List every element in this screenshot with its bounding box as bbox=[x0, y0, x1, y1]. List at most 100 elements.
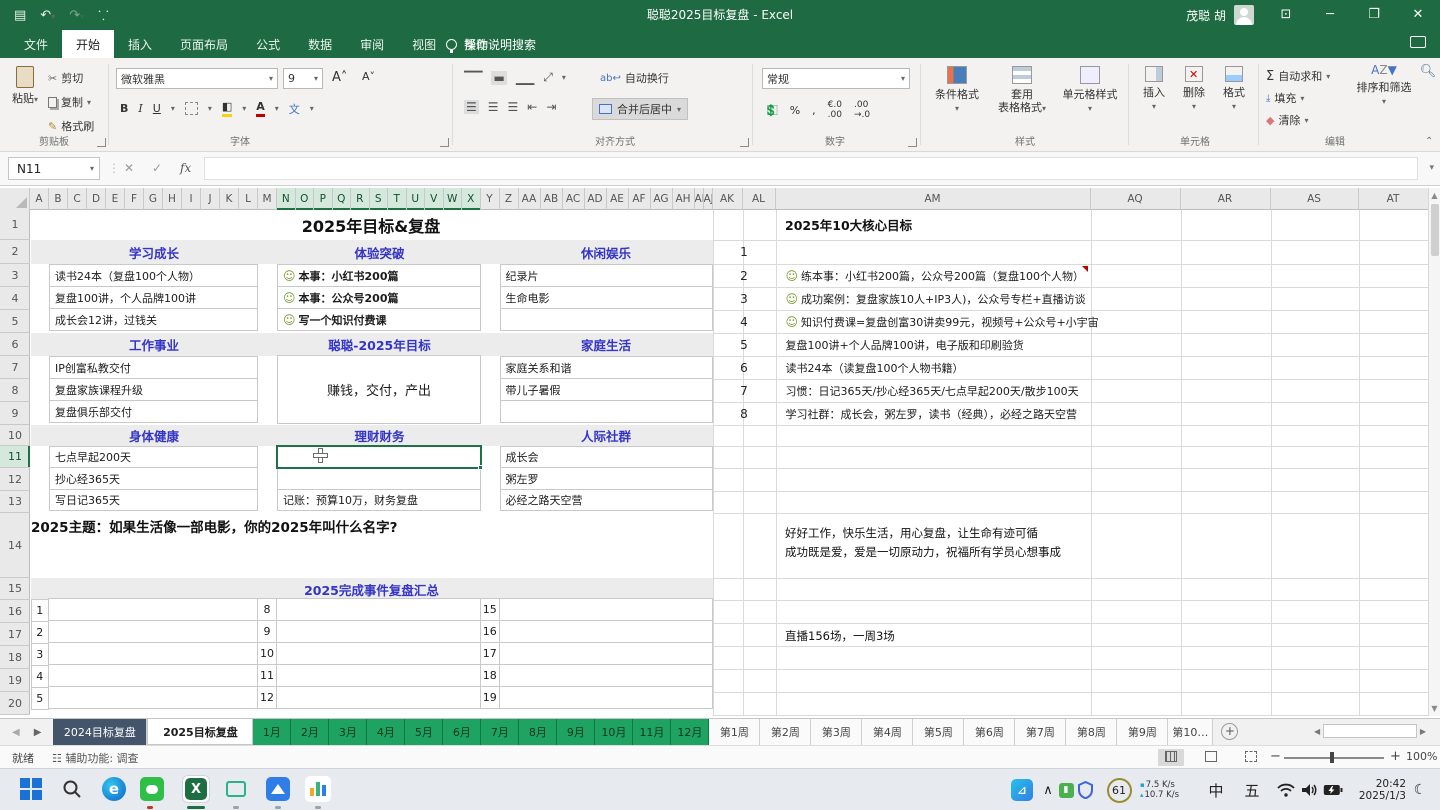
clock[interactable]: 20:42 2025/1/3 bbox=[1348, 769, 1406, 810]
column-header[interactable]: Y bbox=[481, 188, 500, 210]
normal-view-icon[interactable] bbox=[1158, 749, 1184, 766]
summary-num[interactable]: 3 bbox=[31, 643, 50, 666]
summary-empty[interactable] bbox=[499, 642, 713, 665]
sheet-tab[interactable]: 3月 bbox=[329, 719, 367, 745]
cell[interactable]: 家庭关系和谐 bbox=[500, 356, 713, 379]
font-dialog-launcher[interactable] bbox=[440, 138, 449, 147]
cell[interactable] bbox=[277, 467, 481, 490]
row-header[interactable]: 6 bbox=[0, 333, 30, 356]
summary-empty[interactable] bbox=[276, 686, 481, 709]
phonetic-button[interactable]: 文 bbox=[289, 101, 300, 117]
column-header[interactable]: U bbox=[407, 188, 426, 210]
summary-num[interactable]: 15 bbox=[480, 598, 500, 621]
summary-num[interactable]: 19 bbox=[480, 686, 500, 709]
ribbon-tab[interactable]: 开始 bbox=[62, 30, 114, 58]
cell[interactable]: 纪录片 bbox=[500, 264, 713, 287]
borders-button[interactable] bbox=[185, 102, 198, 115]
screenshot-tool-icon[interactable] bbox=[223, 776, 249, 802]
cell[interactable]: 读书24本（复盘100个人物） bbox=[49, 264, 258, 287]
section-header[interactable]: 人际社群 bbox=[500, 425, 713, 446]
summary-num[interactable]: 17 bbox=[480, 642, 500, 665]
core-goal-row[interactable]: 5复盘100讲+个人品牌100讲，电子版和印刷验货 bbox=[713, 333, 1429, 356]
increase-decimal-button[interactable]: €.0.00 bbox=[828, 100, 842, 120]
zoom-slider[interactable] bbox=[1284, 757, 1384, 759]
row-header[interactable]: 15 bbox=[0, 578, 30, 600]
cell[interactable]: 必经之路天空营 bbox=[500, 489, 713, 511]
align-bottom-button[interactable]: ▁▁ bbox=[516, 71, 534, 85]
sheet-tab[interactable]: 2月 bbox=[291, 719, 329, 745]
row-header[interactable]: 9 bbox=[0, 402, 30, 425]
font-name-select[interactable]: 微软雅黑▾ bbox=[116, 68, 278, 89]
ribbon-tab[interactable]: 视图 bbox=[398, 30, 450, 58]
temperature-badge[interactable]: 61 bbox=[1104, 769, 1134, 810]
sheet-tab[interactable]: 第3周 bbox=[811, 719, 862, 745]
cell[interactable]: ☺写一个知识付费课 bbox=[277, 308, 481, 331]
cell[interactable]: 复盘家族课程升级 bbox=[49, 378, 258, 401]
column-header[interactable]: J bbox=[201, 188, 220, 210]
cell[interactable]: 写日记365天 bbox=[49, 489, 258, 511]
wrap-text-button[interactable]: ab↩自动换行 bbox=[600, 70, 669, 86]
minimize-button[interactable]: ─ bbox=[1308, 0, 1352, 30]
column-header[interactable]: I bbox=[182, 188, 201, 210]
ribbon-tab[interactable]: 审阅 bbox=[346, 30, 398, 58]
ribbon-tab[interactable]: 插入 bbox=[114, 30, 166, 58]
section-header[interactable]: 休闲娱乐 bbox=[500, 240, 713, 264]
row-header[interactable]: 1 bbox=[0, 210, 30, 240]
page-layout-icon[interactable] bbox=[1198, 749, 1224, 766]
security-shield-icon[interactable] bbox=[1074, 769, 1096, 810]
sheet-nav-left-icon[interactable]: ◀ bbox=[12, 727, 20, 738]
column-header[interactable]: X bbox=[462, 188, 481, 210]
zoom-out-icon[interactable]: − bbox=[1270, 749, 1281, 764]
summary-header[interactable]: 2025完成事件复盘汇总 bbox=[31, 578, 713, 600]
paste-button[interactable]: 粘贴▾ bbox=[8, 66, 42, 106]
column-header[interactable]: N bbox=[277, 188, 296, 210]
sheet-tab[interactable]: 12月 bbox=[671, 719, 709, 745]
page-break-icon[interactable] bbox=[1238, 749, 1264, 766]
column-header[interactable]: A bbox=[30, 188, 49, 210]
column-header[interactable]: C bbox=[68, 188, 87, 210]
column-header[interactable]: AS bbox=[1271, 188, 1359, 210]
align-top-button[interactable]: ▔▔ bbox=[464, 71, 482, 85]
column-header[interactable]: Q bbox=[333, 188, 352, 210]
column-header[interactable]: AG bbox=[651, 188, 673, 210]
column-header[interactable]: AB bbox=[541, 188, 563, 210]
row-header[interactable]: 2 bbox=[0, 240, 30, 264]
summary-empty[interactable] bbox=[499, 598, 713, 621]
fill-button[interactable]: ⤓填充▾ bbox=[1266, 90, 1304, 106]
sheet-tab[interactable]: 第2周 bbox=[760, 719, 811, 745]
row-header[interactable]: 14 bbox=[0, 513, 30, 578]
fill-handle[interactable] bbox=[478, 465, 483, 470]
row-header[interactable]: 5 bbox=[0, 310, 30, 333]
format-painter-button[interactable]: ✎格式刷 bbox=[48, 118, 94, 134]
sheet-tab[interactable]: 1月 bbox=[253, 719, 291, 745]
section-header[interactable]: 聪聪-2025年目标 bbox=[278, 333, 482, 356]
summary-empty[interactable] bbox=[499, 686, 713, 709]
shrink-font-button[interactable]: A˅ bbox=[362, 70, 375, 83]
row-header[interactable]: 10 bbox=[0, 425, 30, 446]
column-header[interactable]: AE bbox=[607, 188, 629, 210]
start-button[interactable] bbox=[18, 776, 44, 802]
cell[interactable]: ☺本事：小红书200篇 bbox=[277, 264, 481, 287]
sheet-tab[interactable]: 11月 bbox=[633, 719, 671, 745]
excel-taskbar-icon[interactable]: X bbox=[183, 776, 209, 802]
summary-num[interactable]: 18 bbox=[480, 664, 500, 687]
zoom-level[interactable]: 100% bbox=[1406, 750, 1437, 763]
cut-button[interactable]: ✂剪切 bbox=[48, 70, 83, 86]
align-center-button[interactable]: ☰ bbox=[488, 100, 499, 114]
live-note[interactable]: 直播156场，一周3场 bbox=[785, 628, 895, 644]
summary-num[interactable]: 10 bbox=[257, 642, 277, 665]
summary-empty[interactable] bbox=[48, 642, 258, 665]
core-goal-row[interactable]: 4☺知识付费课=复盘创富30讲卖99元，视频号+公众号+小宇宙 bbox=[713, 310, 1429, 333]
column-header[interactable]: S bbox=[370, 188, 389, 210]
summary-empty[interactable] bbox=[276, 664, 481, 687]
merge-center-button[interactable]: 合并后居中▾ bbox=[592, 98, 688, 120]
restore-button[interactable]: ❐ bbox=[1352, 0, 1396, 30]
column-header[interactable]: P bbox=[314, 188, 333, 210]
scroll-down-icon[interactable]: ▼ bbox=[1429, 704, 1440, 713]
summary-num[interactable]: 1 bbox=[31, 599, 50, 622]
insert-cells-button[interactable]: 插入▾ bbox=[1136, 66, 1172, 113]
scroll-thumb[interactable] bbox=[1431, 204, 1439, 256]
ime-indicator[interactable]: 中 bbox=[1204, 769, 1228, 810]
expand-formula-bar-icon[interactable]: ▾ bbox=[1429, 157, 1434, 180]
column-header[interactable]: V bbox=[425, 188, 444, 210]
